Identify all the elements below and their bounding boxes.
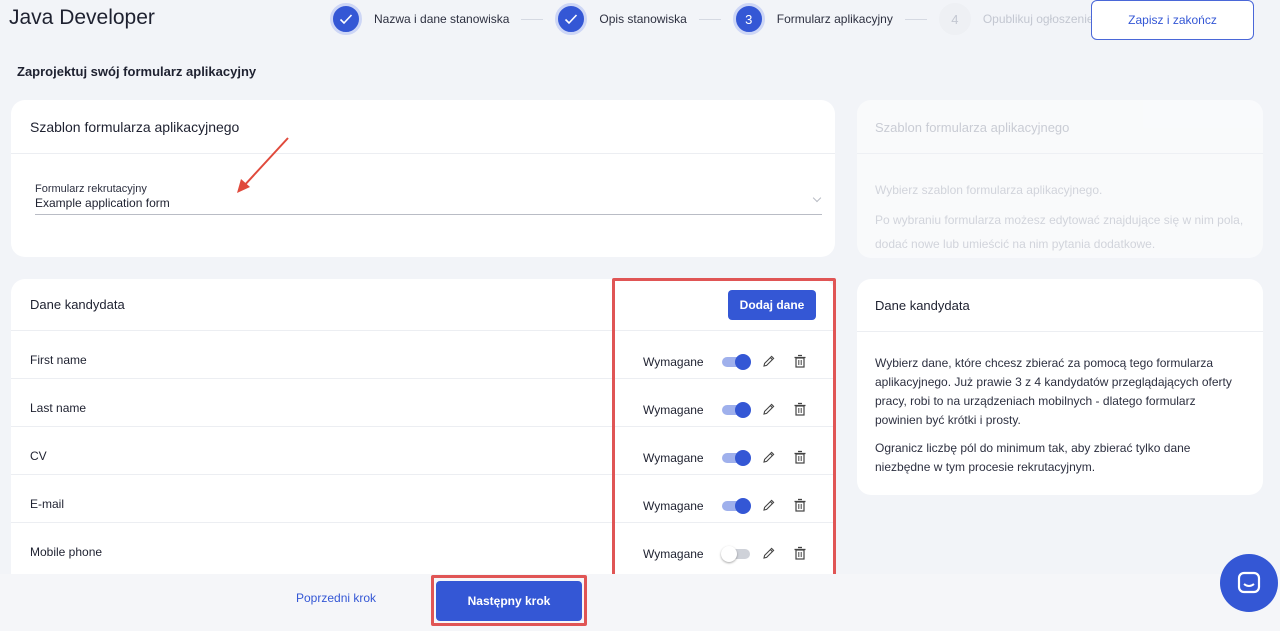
field-row-email: E-mail Wymagane	[11, 475, 835, 523]
annotation-arrow-icon	[237, 137, 289, 193]
field-label: CV	[30, 449, 47, 463]
step-connector	[698, 18, 721, 20]
step-2-check-icon	[555, 3, 588, 35]
chat-icon	[1237, 571, 1261, 594]
save-and-finish-button[interactable]: Zapisz i zakończ	[1091, 0, 1254, 40]
candidate-data-header: Dane kandydata Dodaj dane	[11, 279, 835, 331]
pencil-icon[interactable]	[762, 402, 776, 416]
required-label: Wymagane	[643, 451, 704, 465]
candidate-help-paragraph-1: Wybierz dane, które chcesz zbierać za po…	[875, 356, 1232, 427]
field-label: Mobile phone	[30, 545, 103, 559]
step-4-number: 4	[938, 3, 971, 35]
form-template-label: Formularz rekrutacyjny	[35, 183, 147, 195]
pencil-icon[interactable]	[762, 450, 776, 464]
step-3-label: Formularz aplikacyjny	[776, 12, 893, 26]
step-3[interactable]: 3 Formularz aplikacyjny	[732, 3, 893, 35]
trash-icon[interactable]	[793, 402, 807, 416]
required-label: Wymagane	[643, 547, 704, 561]
required-toggle[interactable]	[722, 498, 752, 514]
template-help-line2: Po wybraniu formularza możesz edytować z…	[875, 213, 1244, 251]
chat-widget-button[interactable]	[1220, 554, 1278, 612]
required-toggle[interactable]	[722, 354, 752, 370]
candidate-data-title: Dane kandydata	[30, 297, 125, 312]
pencil-icon[interactable]	[762, 498, 776, 512]
step-4[interactable]: 4 Opublikuj ogłoszenie	[938, 3, 1094, 35]
field-label: Last name	[30, 401, 87, 415]
required-label: Wymagane	[643, 499, 704, 513]
step-2[interactable]: Opis stanowiska	[555, 3, 687, 35]
pencil-icon[interactable]	[762, 546, 776, 560]
template-help-card: Szablon formularza aplikacyjnego Wybierz…	[857, 100, 1263, 258]
step-1[interactable]: Nazwa i dane stanowiska	[330, 3, 509, 35]
wizard-stepper: Nazwa i dane stanowiska Opis stanowiska …	[330, 0, 1094, 38]
required-toggle[interactable]	[721, 546, 752, 562]
step-3-number: 3	[732, 3, 765, 35]
template-card-title: Szablon formularza aplikacyjnego	[11, 100, 835, 154]
step-1-check-icon	[330, 3, 362, 35]
field-label: First name	[30, 353, 87, 367]
candidate-help-card: Dane kandydata Wybierz dane, które chces…	[857, 279, 1263, 495]
candidate-help-title: Dane kandydata	[857, 279, 1263, 332]
trash-icon[interactable]	[793, 450, 807, 464]
step-1-label: Nazwa i dane stanowiska	[374, 12, 510, 26]
field-row-first-name: First name Wymagane	[11, 331, 835, 379]
field-row-cv: CV Wymagane	[11, 427, 835, 475]
next-step-button[interactable]: Następny krok	[436, 581, 582, 621]
add-data-button[interactable]: Dodaj dane	[728, 290, 816, 320]
template-card: Szablon formularza aplikacyjnego Formula…	[11, 100, 835, 257]
required-toggle[interactable]	[722, 402, 752, 418]
step-4-label: Opublikuj ogłoszenie	[982, 12, 1094, 26]
footer-bar	[0, 574, 1280, 631]
required-label: Wymagane	[643, 355, 704, 369]
page-subtitle: Zaprojektuj swój formularz aplikacyjny	[17, 64, 257, 79]
trash-icon[interactable]	[793, 354, 807, 368]
job-title: Java Developer	[9, 6, 155, 29]
field-row-mobile-phone: Mobile phone Wymagane	[11, 523, 835, 571]
candidate-help-paragraph-2: Ogranicz liczbę pól do minimum tak, aby …	[875, 441, 1191, 474]
trash-icon[interactable]	[793, 546, 807, 560]
step-connector	[521, 18, 544, 20]
trash-icon[interactable]	[793, 498, 807, 512]
field-label: E-mail	[30, 497, 65, 511]
pencil-icon[interactable]	[762, 354, 776, 368]
step-2-label: Opis stanowiska	[599, 12, 687, 26]
step-connector	[904, 18, 927, 20]
candidate-data-card: Dane kandydata Dodaj dane First name Wym…	[11, 279, 835, 574]
field-row-last-name: Last name Wymagane	[11, 379, 835, 427]
required-toggle[interactable]	[722, 450, 752, 466]
form-template-select[interactable]: Formularz rekrutacyjny Example applicati…	[35, 183, 822, 215]
template-help-text: Wybierz szablon formularza aplikacyjnego…	[857, 154, 1263, 256]
form-template-value: Example application form	[35, 196, 170, 210]
required-label: Wymagane	[643, 403, 704, 417]
template-help-line1: Wybierz szablon formularza aplikacyjnego…	[875, 183, 1103, 197]
previous-step-button[interactable]: Poprzedni krok	[296, 591, 376, 605]
template-help-title: Szablon formularza aplikacyjnego	[857, 100, 1263, 154]
